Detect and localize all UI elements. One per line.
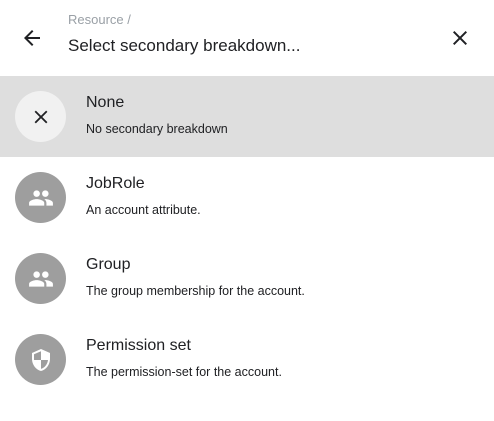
- group-icon: [28, 189, 53, 206]
- group-icon: [28, 270, 53, 287]
- option-description: The group membership for the account.: [86, 284, 305, 298]
- option-description: No secondary breakdown: [86, 122, 228, 136]
- option-group[interactable]: Group The group membership for the accou…: [0, 238, 494, 319]
- option-avatar: [15, 172, 66, 223]
- option-avatar: [15, 334, 66, 385]
- breakdown-option-list: None No secondary breakdown JobRole An a…: [0, 76, 494, 400]
- option-title: None: [86, 94, 125, 111]
- shield-icon: [31, 348, 50, 371]
- option-permission-set[interactable]: Permission set The permission-set for th…: [0, 319, 494, 400]
- close-icon: [34, 110, 47, 123]
- option-none[interactable]: None No secondary breakdown: [0, 76, 494, 157]
- option-avatar: [15, 91, 66, 142]
- close-icon: [453, 31, 467, 45]
- close-button[interactable]: [442, 20, 478, 56]
- option-description: An account attribute.: [86, 203, 201, 217]
- dialog-header: Resource / Select secondary breakdown...: [0, 0, 494, 76]
- option-title: Permission set: [86, 337, 191, 354]
- option-avatar: [15, 253, 66, 304]
- option-title: Group: [86, 256, 131, 273]
- breadcrumb: Resource /: [68, 12, 131, 27]
- option-description: The permission-set for the account.: [86, 365, 282, 379]
- option-jobrole[interactable]: JobRole An account attribute.: [0, 157, 494, 238]
- back-button[interactable]: [14, 20, 50, 56]
- option-title: JobRole: [86, 175, 145, 192]
- arrow-left-icon: [24, 30, 40, 46]
- page-title: Select secondary breakdown...: [68, 36, 301, 55]
